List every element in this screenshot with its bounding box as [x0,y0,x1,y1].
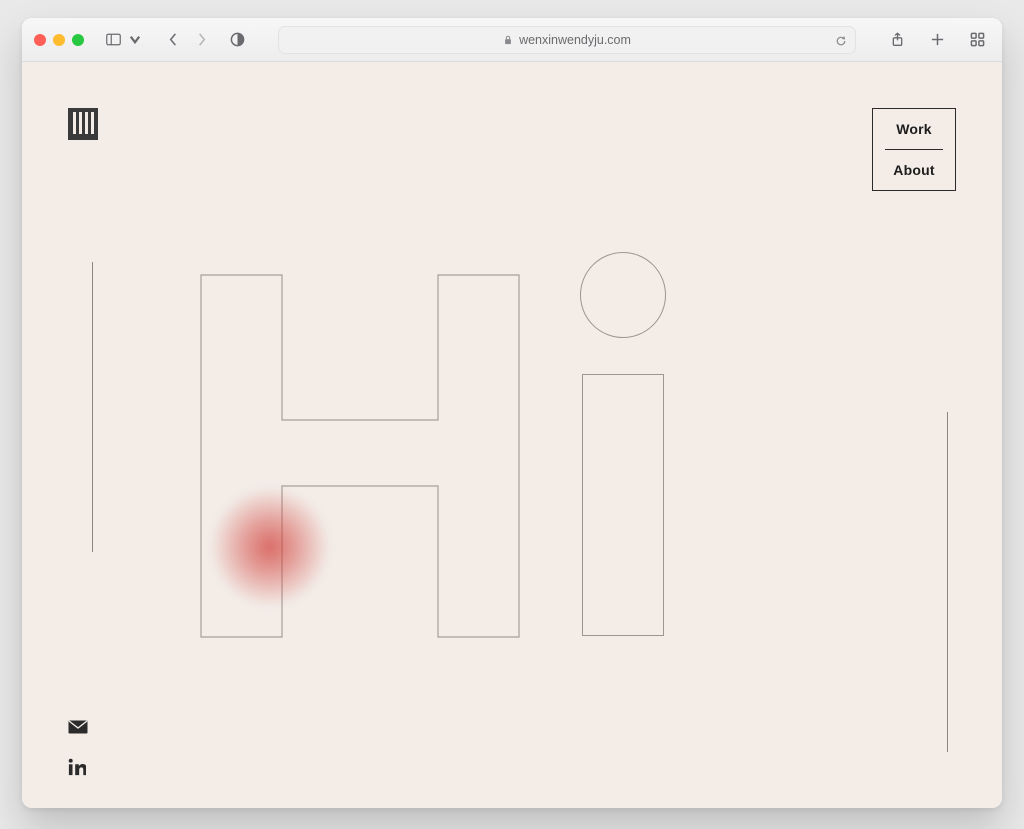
letter-i-stem [582,374,664,636]
decorative-line-right [947,412,948,752]
close-window-button[interactable] [34,34,46,46]
sidebar-toggle-button[interactable] [100,29,126,51]
lock-icon [503,35,513,45]
minimize-window-button[interactable] [53,34,65,46]
back-button[interactable] [160,29,186,51]
letter-i-dot [580,252,666,338]
page-viewport: Work About [22,62,1002,808]
window-controls [34,34,84,46]
email-link[interactable] [68,720,88,736]
forward-button[interactable] [188,29,214,51]
linkedin-icon [68,758,86,776]
letter-h-outline [200,274,520,638]
fullscreen-window-button[interactable] [72,34,84,46]
tab-group-menu-button[interactable] [128,29,142,51]
share-button[interactable] [884,29,910,51]
new-tab-button[interactable] [924,29,950,51]
linkedin-link[interactable] [68,758,88,774]
browser-toolbar: wenxinwendyju.com [22,18,1002,62]
safari-window: wenxinwendyju.com [22,18,1002,808]
letter-i-outline [582,252,666,636]
address-bar-text: wenxinwendyju.com [519,33,631,47]
decorative-line-left [92,262,93,552]
address-bar[interactable]: wenxinwendyju.com [278,26,856,54]
social-links [68,720,88,774]
mail-icon [68,720,88,734]
hero-graphic [22,62,1002,808]
privacy-shield-button[interactable] [224,29,250,51]
reload-icon[interactable] [835,35,847,47]
tab-overview-button[interactable] [964,29,990,51]
